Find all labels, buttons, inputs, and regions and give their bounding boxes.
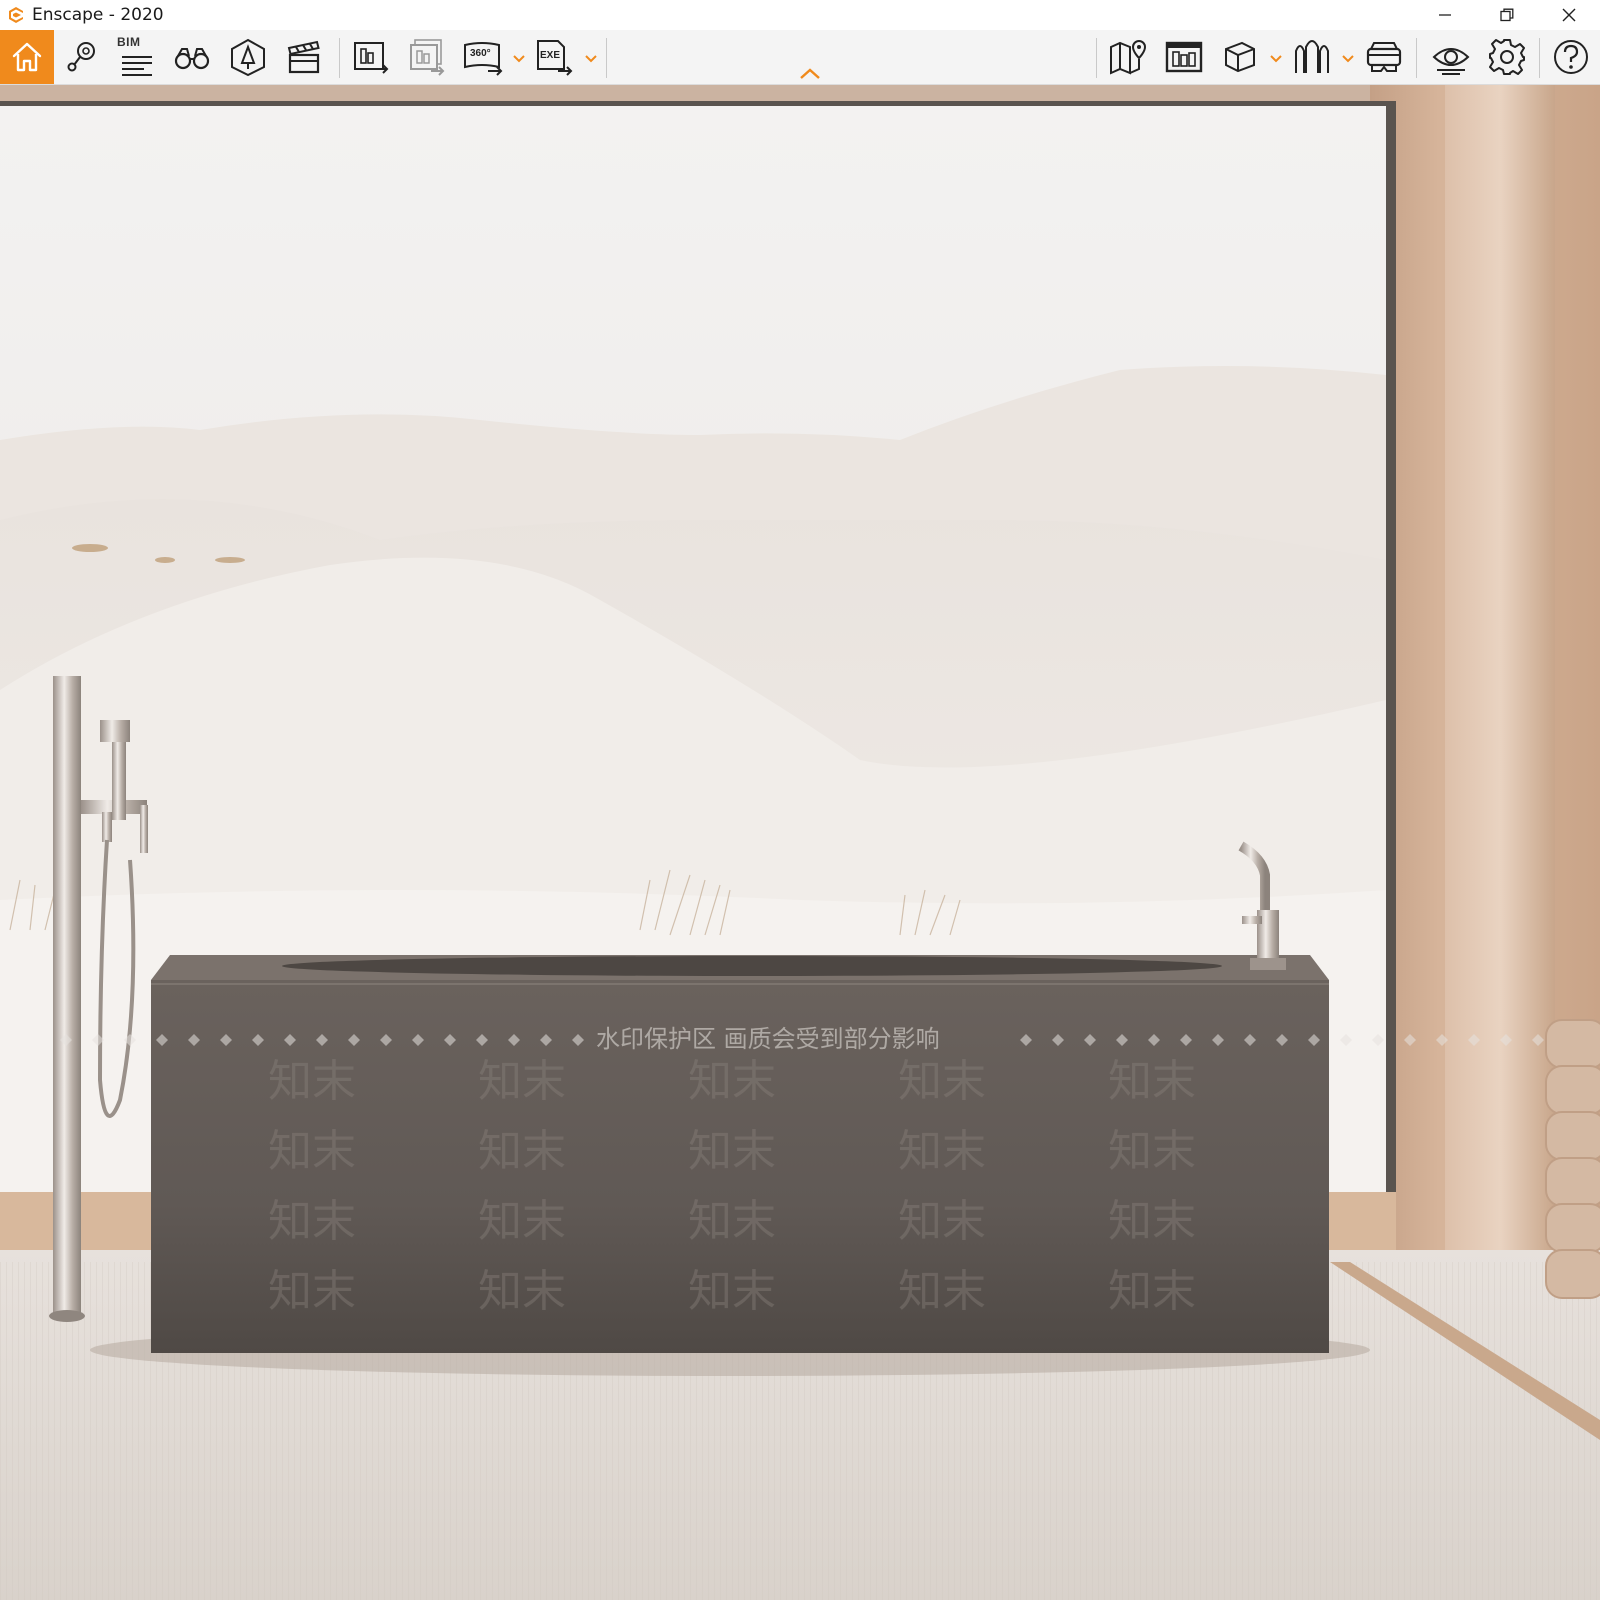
asset-library-button[interactable] xyxy=(1162,35,1206,79)
asset-library-icon xyxy=(1165,41,1203,73)
chevron-down-icon xyxy=(513,55,525,63)
title-bar: Enscape - 2020 xyxy=(0,0,1600,30)
collapse-toolbar-button[interactable] xyxy=(797,66,823,82)
towel-stack xyxy=(1545,1019,1600,1299)
close-button[interactable] xyxy=(1538,0,1600,30)
minimize-button[interactable] xyxy=(1414,0,1476,30)
enscape-logo-icon xyxy=(6,5,26,25)
render-viewport[interactable]: 水印保护区 画质会受到部分影响 知末 知末 知末 知末 知末 知末 知末 知末 … xyxy=(0,85,1600,1600)
atmosphere-button[interactable] xyxy=(1290,35,1334,79)
toolbar-separator xyxy=(1096,38,1097,78)
watermark-text: 知末 xyxy=(688,1126,776,1177)
atmosphere-dropdown-button[interactable] xyxy=(1341,54,1355,64)
help-icon xyxy=(1554,40,1588,74)
window-controls xyxy=(1414,0,1600,30)
orientation-icon xyxy=(231,38,265,77)
object-button[interactable] xyxy=(1218,35,1262,79)
home-button[interactable] xyxy=(0,30,54,84)
watermark-text: 知末 xyxy=(688,1196,776,1247)
window-title: Enscape - 2020 xyxy=(32,5,164,25)
watermark-text: 知末 xyxy=(478,1056,566,1107)
exe-export-button[interactable]: EXE xyxy=(532,35,576,79)
map-button[interactable] xyxy=(1106,35,1150,79)
watermark-text: 知末 xyxy=(898,1266,986,1317)
screenshot-button[interactable] xyxy=(349,35,393,79)
restore-button[interactable] xyxy=(1476,0,1538,30)
panorama-button[interactable]: 360° xyxy=(461,35,505,79)
screenshot-export-icon xyxy=(354,42,389,74)
watermark-text: 知末 xyxy=(898,1126,986,1177)
orientation-button[interactable] xyxy=(226,35,270,79)
chevron-down-icon xyxy=(1342,55,1354,63)
vr-headset-button[interactable] xyxy=(1362,35,1406,79)
panorama-dropdown-button[interactable] xyxy=(512,54,526,64)
watermark-text: 知末 xyxy=(1108,1056,1196,1107)
arch-icon xyxy=(1295,40,1329,73)
watermark-text: 知末 xyxy=(1108,1126,1196,1177)
toolbar-separator xyxy=(339,38,340,78)
location-pin-icon xyxy=(67,42,95,72)
help-button[interactable] xyxy=(1549,35,1593,79)
chevron-down-icon xyxy=(1270,55,1282,63)
bathroom-render: 水印保护区 画质会受到部分影响 知末 知末 知末 知末 知末 知末 知末 知末 … xyxy=(0,85,1600,1600)
watermark-text: 知末 xyxy=(268,1266,356,1317)
visual-settings-button[interactable] xyxy=(1429,35,1473,79)
exe-label: EXE xyxy=(540,50,561,61)
vr-headset-icon xyxy=(1366,42,1402,72)
views-button[interactable] xyxy=(60,35,104,79)
watermark-text: 知末 xyxy=(898,1196,986,1247)
binoculars-button[interactable] xyxy=(170,35,214,79)
watermark-text: 知末 xyxy=(1108,1266,1196,1317)
chevron-down-icon xyxy=(585,55,597,63)
watermark-text: 知末 xyxy=(478,1126,566,1177)
toolbar-separator xyxy=(1416,38,1417,78)
watermark-text: 知末 xyxy=(1108,1196,1196,1247)
watermark-text: 知末 xyxy=(268,1056,356,1107)
batch-export-icon xyxy=(410,39,445,76)
watermark-text: 知末 xyxy=(688,1056,776,1107)
binoculars-icon xyxy=(174,48,210,70)
eye-icon xyxy=(1432,48,1470,75)
cube-icon xyxy=(1225,41,1255,73)
watermark-text: 知末 xyxy=(268,1196,356,1247)
watermark-text: 知末 xyxy=(478,1266,566,1317)
main-toolbar: BIM 360° EXE xyxy=(0,30,1600,85)
watermark-text: 知末 xyxy=(898,1056,986,1107)
batch-render-button[interactable] xyxy=(405,35,449,79)
video-editor-button[interactable] xyxy=(282,35,326,79)
gear-icon xyxy=(1489,39,1525,75)
watermark-text: 知末 xyxy=(478,1196,566,1247)
toolbar-separator xyxy=(1539,38,1540,78)
toolbar-separator xyxy=(606,38,607,78)
bim-button[interactable]: BIM xyxy=(114,35,158,79)
clapboard-icon xyxy=(287,40,320,74)
map-pin-icon xyxy=(1110,39,1147,75)
settings-button[interactable] xyxy=(1485,35,1529,79)
watermark-text: 知末 xyxy=(688,1266,776,1317)
chevron-up-icon xyxy=(800,68,820,79)
watermark-banner-text: 水印保护区 画质会受到部分影响 xyxy=(596,1025,940,1053)
bim-label: BIM xyxy=(117,35,141,49)
export-dropdown-button[interactable] xyxy=(584,54,598,64)
watermark-text: 知末 xyxy=(268,1126,356,1177)
home-icon xyxy=(12,42,42,72)
panorama-label: 360° xyxy=(470,48,491,59)
object-dropdown-button[interactable] xyxy=(1269,54,1283,64)
